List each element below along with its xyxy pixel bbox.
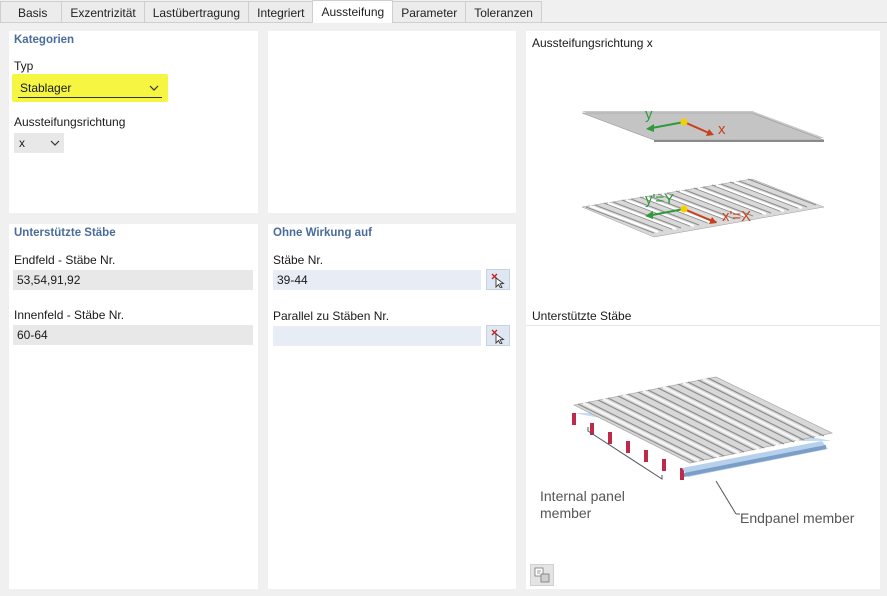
image-divider xyxy=(526,325,880,326)
kategorien-panel: Kategorien Typ Stablager Aussteifungsric… xyxy=(9,31,258,213)
pick-parallel-button[interactable] xyxy=(486,325,510,346)
ohne-wirkung-panel: Ohne Wirkung auf Stäbe Nr. 39-44 Paralle… xyxy=(268,224,516,589)
endfeld-input[interactable]: 53,54,91,92 xyxy=(13,270,253,290)
richtung-label: Aussteifungsrichtung xyxy=(14,115,126,129)
tab-lastuebertragung[interactable]: Lastübertragung xyxy=(143,1,250,23)
innenfeld-label: Innenfeld - Stäbe Nr. xyxy=(14,308,125,322)
innenfeld-input[interactable]: 60-64 xyxy=(13,325,253,345)
empty-panel xyxy=(268,31,516,213)
richtung-select[interactable]: x xyxy=(14,133,64,153)
staebe-label: Stäbe Nr. xyxy=(273,253,324,267)
tab-basis[interactable]: Basis xyxy=(0,1,63,23)
parallel-label: Parallel zu Stäben Nr. xyxy=(273,309,390,323)
axis-y2-label: y'=Y xyxy=(645,191,674,208)
image-panel: Aussteifungsrichtung x y x y'=Y x'=X Unt… xyxy=(526,31,880,589)
trapezoidal-sheet-drawing xyxy=(581,178,825,238)
image-options-icon xyxy=(534,567,550,583)
tab-toleranzen[interactable]: Toleranzen xyxy=(465,1,542,23)
axis-x-label: x xyxy=(718,121,726,138)
unterstuetzte-image-title: Unterstützte Stäbe xyxy=(532,309,632,323)
ohne-wirkung-title: Ohne Wirkung auf xyxy=(273,227,372,239)
stiffening-direction-diagram: y x y'=Y x'=X xyxy=(581,106,825,238)
unterstuetzte-title: Unterstützte Stäbe xyxy=(14,227,116,239)
tab-bar: Basis Exzentrizität Lastübertragung Inte… xyxy=(0,0,542,23)
pick-members-icon xyxy=(491,329,505,344)
tab-exzentrizitaet[interactable]: Exzentrizität xyxy=(61,1,145,23)
chevron-down-icon xyxy=(50,140,60,146)
endfeld-label: Endfeld - Stäbe Nr. xyxy=(14,253,116,267)
tab-parameter[interactable]: Parameter xyxy=(392,1,467,23)
unterstuetzte-panel: Unterstützte Stäbe Endfeld - Stäbe Nr. 5… xyxy=(9,224,258,589)
typ-label: Typ xyxy=(14,59,34,73)
kategorien-title: Kategorien xyxy=(14,34,75,46)
image-options-button[interactable] xyxy=(530,564,554,586)
typ-select-underline xyxy=(18,97,162,98)
tab-integriert[interactable]: Integriert xyxy=(248,1,314,23)
axis-x2-label: x'=X xyxy=(722,208,751,225)
axis-y-label: y xyxy=(645,106,653,123)
richtung-select-value: x xyxy=(19,136,25,150)
internal-panel-label-1: Internal panel xyxy=(540,488,625,504)
supported-members-diagram: Internal panel member Endpanel member xyxy=(540,376,855,526)
endpanel-label: Endpanel member xyxy=(740,510,855,526)
typ-select-value: Stablager xyxy=(20,81,72,95)
tab-divider xyxy=(0,22,887,23)
pick-staebe-button[interactable] xyxy=(486,269,510,290)
parallel-input[interactable] xyxy=(273,326,481,346)
internal-panel-label-2: member xyxy=(540,505,592,521)
typ-select[interactable]: Stablager xyxy=(15,77,165,99)
chevron-down-icon xyxy=(149,85,159,91)
staebe-input[interactable]: 39-44 xyxy=(273,270,481,290)
tab-aussteifung[interactable]: Aussteifung xyxy=(312,0,394,23)
pick-members-icon xyxy=(491,273,505,288)
